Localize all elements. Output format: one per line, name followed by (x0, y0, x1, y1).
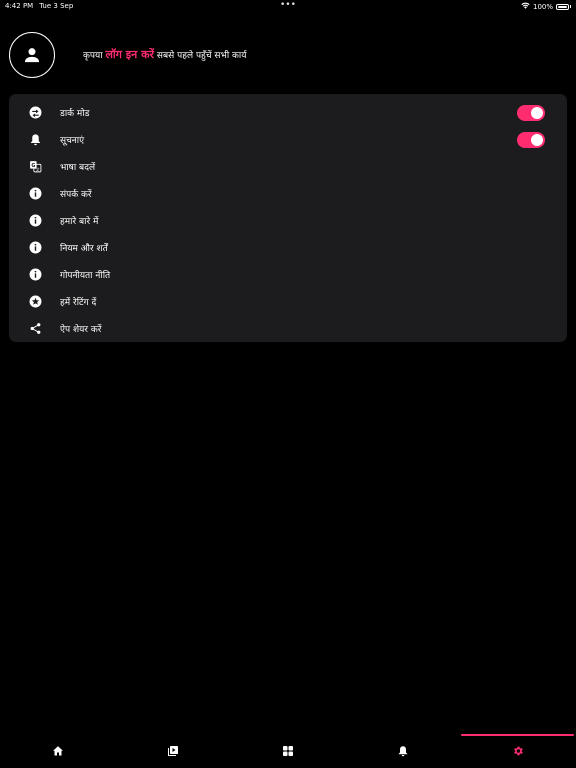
status-bar: 4:42 PM Tue 3 Sep ••• 100% (0, 0, 576, 14)
video-library-icon (167, 746, 178, 756)
multitasking-dots[interactable]: ••• (280, 0, 296, 10)
gear-icon (513, 746, 523, 756)
notifications-toggle[interactable] (517, 131, 545, 148)
battery-cap (570, 5, 571, 8)
setting-share-app[interactable]: ऐप शेयर करें (9, 315, 567, 342)
status-date: Tue 3 Sep (39, 2, 74, 10)
toggle-knob (531, 133, 543, 146)
setting-label: गोपनीयता नीति (60, 271, 111, 281)
setting-notifications[interactable]: सूचनाएं (9, 126, 567, 153)
login-prompt: कृपया लॉग इन करें सबसे पहले पहुँचें सभी … (83, 47, 246, 62)
info-icon (29, 268, 42, 281)
setting-contact-us[interactable]: संपर्क करें (9, 180, 567, 207)
setting-label: हमारे बारे में (60, 217, 99, 227)
share-icon (29, 322, 42, 335)
battery-percent: 100% (532, 2, 553, 11)
setting-about-us[interactable]: हमारे बारे में (9, 207, 567, 234)
tab-settings[interactable] (460, 734, 575, 768)
login-prompt-suffix: सबसे पहले पहुँचें सभी कार्य (154, 51, 247, 61)
person-icon (24, 47, 40, 62)
setting-dark-mode[interactable]: डार्क मोड (9, 99, 567, 126)
setting-label: सूचनाएं (60, 136, 85, 146)
settings-list: डार्क मोड सूचनाएं G 文 भाषा बदलें संपर्क … (9, 94, 567, 342)
star-icon (29, 295, 42, 308)
toggle-knob (531, 106, 543, 119)
setting-label: संपर्क करें (60, 190, 92, 200)
tab-videos[interactable] (115, 734, 230, 768)
status-time: 4:42 PM (5, 2, 34, 10)
setting-label: डार्क मोड (60, 109, 90, 119)
bell-icon (398, 746, 407, 757)
bottom-tab-bar (0, 734, 576, 768)
setting-privacy[interactable]: गोपनीयता नीति (9, 261, 567, 288)
status-right: 100% (521, 2, 571, 11)
setting-label: हमें रेटिंग दें (60, 298, 97, 308)
dark-mode-icon (29, 106, 42, 119)
bell-icon (29, 133, 42, 146)
settings-screen: 4:42 PM Tue 3 Sep ••• 100% कृपया लॉग इन … (0, 0, 576, 768)
tab-categories[interactable] (230, 734, 345, 768)
setting-change-language[interactable]: G 文 भाषा बदलें (9, 153, 567, 180)
setting-label: नियम और शर्तें (60, 244, 108, 254)
dark-mode-toggle[interactable] (517, 104, 545, 121)
grid-icon (282, 746, 293, 756)
status-left: 4:42 PM Tue 3 Sep (5, 2, 73, 10)
info-icon (29, 214, 42, 227)
svg-text:文: 文 (36, 167, 40, 172)
login-prompt-prefix: कृपया (83, 51, 106, 61)
tab-home[interactable] (0, 734, 115, 768)
translate-icon: G 文 (29, 160, 42, 173)
tab-notifications[interactable] (345, 734, 460, 768)
setting-label: भाषा बदलें (60, 163, 96, 173)
battery-icon (556, 3, 569, 10)
info-icon (29, 241, 42, 254)
setting-rate-us[interactable]: हमें रेटिंग दें (9, 288, 567, 315)
wifi-icon (521, 2, 530, 11)
login-link[interactable]: लॉग इन करें (105, 48, 154, 61)
home-icon (52, 746, 63, 756)
setting-terms[interactable]: नियम और शर्तें (9, 234, 567, 261)
profile-header: कृपया लॉग इन करें सबसे पहले पहुँचें सभी … (9, 31, 246, 78)
avatar[interactable] (9, 31, 55, 78)
setting-label: ऐप शेयर करें (60, 325, 102, 335)
svg-text:G: G (31, 163, 35, 169)
info-icon (29, 187, 42, 200)
